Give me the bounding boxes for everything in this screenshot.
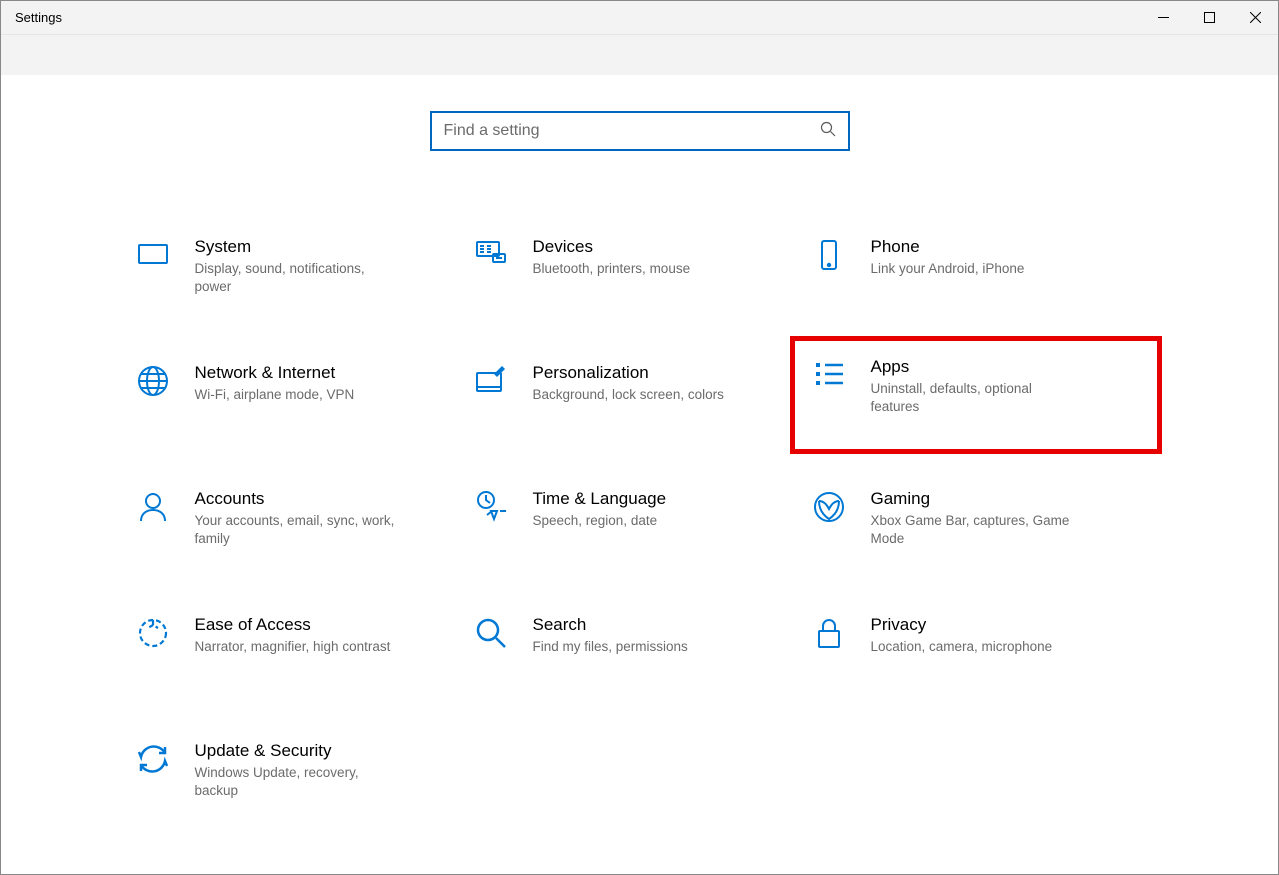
category-personalization[interactable]: Personalization Background, lock screen,… bbox=[471, 355, 809, 435]
category-title: Personalization bbox=[533, 363, 799, 383]
category-update[interactable]: Update & Security Windows Update, recove… bbox=[133, 733, 471, 813]
minimize-button[interactable] bbox=[1140, 1, 1186, 34]
category-desc: Bluetooth, printers, mouse bbox=[533, 260, 733, 278]
category-search[interactable]: Search Find my files, permissions bbox=[471, 607, 809, 687]
apps-icon bbox=[809, 355, 849, 395]
window-controls bbox=[1140, 1, 1278, 34]
category-title: Privacy bbox=[871, 615, 1137, 635]
personalization-icon bbox=[471, 361, 511, 401]
time-language-icon bbox=[471, 487, 511, 527]
categories-grid: System Display, sound, notifications, po… bbox=[133, 229, 1147, 813]
category-desc: Link your Android, iPhone bbox=[871, 260, 1071, 278]
category-title: Accounts bbox=[195, 489, 461, 509]
category-desc: Uninstall, defaults, optional features bbox=[871, 380, 1071, 416]
category-desc: Wi-Fi, airplane mode, VPN bbox=[195, 386, 395, 404]
privacy-icon bbox=[809, 613, 849, 653]
category-devices[interactable]: Devices Bluetooth, printers, mouse bbox=[471, 229, 809, 309]
devices-icon bbox=[471, 235, 511, 275]
search-input[interactable] bbox=[444, 122, 820, 140]
category-title: Devices bbox=[533, 237, 799, 257]
category-title: Search bbox=[533, 615, 799, 635]
category-desc: Speech, region, date bbox=[533, 512, 733, 530]
minimize-icon bbox=[1158, 12, 1169, 23]
category-desc: Your accounts, email, sync, work, family bbox=[195, 512, 395, 548]
category-phone[interactable]: Phone Link your Android, iPhone bbox=[809, 229, 1147, 309]
phone-icon bbox=[809, 235, 849, 275]
category-apps[interactable]: Apps Uninstall, defaults, optional featu… bbox=[790, 336, 1162, 454]
category-network[interactable]: Network & Internet Wi-Fi, airplane mode,… bbox=[133, 355, 471, 435]
header-spacer bbox=[1, 35, 1278, 75]
update-icon bbox=[133, 739, 173, 779]
category-title: Update & Security bbox=[195, 741, 461, 761]
category-desc: Narrator, magnifier, high contrast bbox=[195, 638, 395, 656]
category-gaming[interactable]: Gaming Xbox Game Bar, captures, Game Mod… bbox=[809, 481, 1147, 561]
titlebar: Settings bbox=[1, 1, 1278, 35]
category-desc: Display, sound, notifications, power bbox=[195, 260, 395, 296]
category-desc: Find my files, permissions bbox=[533, 638, 733, 656]
category-ease-of-access[interactable]: Ease of Access Narrator, magnifier, high… bbox=[133, 607, 471, 687]
category-title: System bbox=[195, 237, 461, 257]
category-title: Network & Internet bbox=[195, 363, 461, 383]
gaming-icon bbox=[809, 487, 849, 527]
search-box[interactable] bbox=[430, 111, 850, 151]
maximize-button[interactable] bbox=[1186, 1, 1232, 34]
category-privacy[interactable]: Privacy Location, camera, microphone bbox=[809, 607, 1147, 687]
category-accounts[interactable]: Accounts Your accounts, email, sync, wor… bbox=[133, 481, 471, 561]
search-category-icon bbox=[471, 613, 511, 653]
close-button[interactable] bbox=[1232, 1, 1278, 34]
category-time[interactable]: Time & Language Speech, region, date bbox=[471, 481, 809, 561]
category-desc: Background, lock screen, colors bbox=[533, 386, 733, 404]
category-desc: Location, camera, microphone bbox=[871, 638, 1071, 656]
accounts-icon bbox=[133, 487, 173, 527]
category-title: Gaming bbox=[871, 489, 1137, 509]
maximize-icon bbox=[1204, 12, 1215, 23]
category-desc: Windows Update, recovery, backup bbox=[195, 764, 395, 800]
category-title: Time & Language bbox=[533, 489, 799, 509]
content-area: System Display, sound, notifications, po… bbox=[1, 75, 1278, 813]
globe-icon bbox=[133, 361, 173, 401]
category-title: Ease of Access bbox=[195, 615, 461, 635]
system-icon bbox=[133, 235, 173, 275]
window-title: Settings bbox=[15, 10, 62, 25]
category-desc: Xbox Game Bar, captures, Game Mode bbox=[871, 512, 1071, 548]
search-icon bbox=[820, 121, 836, 142]
category-title: Phone bbox=[871, 237, 1137, 257]
category-title: Apps bbox=[871, 357, 1147, 377]
category-system[interactable]: System Display, sound, notifications, po… bbox=[133, 229, 471, 309]
close-icon bbox=[1250, 12, 1261, 23]
ease-of-access-icon bbox=[133, 613, 173, 653]
